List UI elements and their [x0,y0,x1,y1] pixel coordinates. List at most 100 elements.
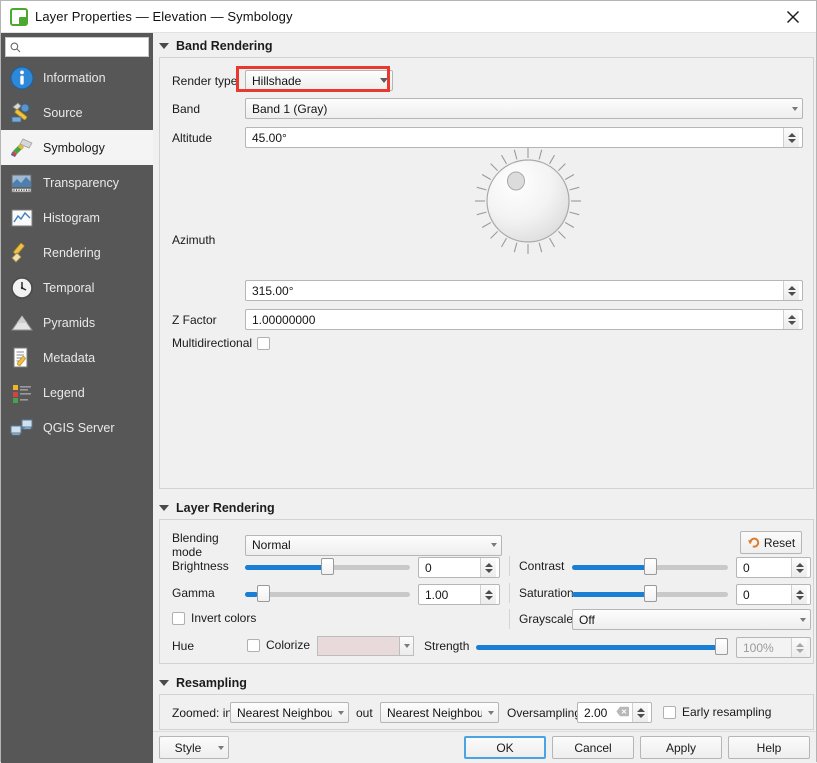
search-box[interactable] [5,37,149,57]
early-resampling-label: Early resampling [682,705,771,719]
band-rendering-title: Band Rendering [176,39,273,53]
saturation-slider[interactable] [572,585,728,603]
sidebar-item-label: Transparency [43,176,119,190]
gamma-slider[interactable] [245,585,410,603]
sidebar-item-label: Legend [43,386,85,400]
sidebar-item-source[interactable]: Source [1,95,153,130]
chevron-down-icon [218,746,224,750]
strength-input[interactable]: 100% [736,637,811,658]
collapse-triangle-icon [159,680,169,686]
contrast-slider[interactable] [572,558,728,576]
rendering-icon [9,240,35,266]
collapse-triangle-icon [159,505,169,511]
z-factor-stepper[interactable] [783,310,799,329]
contrast-stepper[interactable] [791,558,807,577]
search-container [1,33,153,60]
gamma-label: Gamma [172,586,215,600]
sidebar-item-label: QGIS Server [43,421,115,435]
qgis-logo-icon [10,8,28,26]
ok-button[interactable]: OK [464,736,546,759]
oversampling-stepper[interactable] [632,703,648,722]
oversampling-input[interactable]: 2.00 [577,702,652,723]
colorize-color-swatch[interactable] [317,636,400,656]
oversampling-label: Oversampling [507,706,581,720]
azimuth-dial[interactable] [473,146,583,256]
sidebar-item-transparency[interactable]: Transparency [1,165,153,200]
saturation-input[interactable]: 0 [736,584,811,605]
sidebar-item-label: Information [43,71,106,85]
altitude-label: Altitude [172,131,245,145]
sidebar-item-label: Source [43,106,83,120]
grayscale-label: Grayscale [519,612,573,626]
sidebar-item-rendering[interactable]: Rendering [1,235,153,270]
layer-rendering-panel: Blending mode Normal Reset [159,519,814,664]
contrast-input[interactable]: 0 [736,557,811,578]
layer-properties-dialog: Layer Properties — Elevation — Symbology… [0,0,817,762]
chevron-down-icon [380,78,388,83]
sidebar-item-legend[interactable]: Legend [1,375,153,410]
sidebar-item-label: Rendering [43,246,101,260]
brightness-label: Brightness [172,559,229,573]
invert-colors-checkbox[interactable] [172,612,185,625]
sidebar-item-qgis-server[interactable]: QGIS Server [1,410,153,445]
altitude-input[interactable]: 45.00° [245,127,803,148]
apply-button[interactable]: Apply [640,736,722,759]
collapse-triangle-icon [159,43,169,49]
band-combo[interactable]: Band 1 (Gray) [245,98,803,119]
colorize-dropdown-button[interactable] [400,636,414,656]
grayscale-combo[interactable]: Off [572,609,811,630]
early-resampling-checkbox[interactable] [663,706,676,719]
multidirectional-checkbox[interactable] [257,337,270,350]
azimuth-stepper[interactable] [783,281,799,300]
blending-mode-combo[interactable]: Normal [245,535,502,556]
sidebar-item-symbology[interactable]: Symbology [1,130,153,165]
band-label: Band [172,102,245,116]
colorize-color-picker[interactable] [317,636,414,656]
strength-stepper[interactable] [791,638,807,657]
altitude-stepper[interactable] [783,128,799,147]
colorize-checkbox[interactable] [247,639,260,652]
sidebar-item-histogram[interactable]: Histogram [1,200,153,235]
sidebar-item-metadata[interactable]: Metadata [1,340,153,375]
resampling-title: Resampling [176,676,247,690]
zoomed-out-label: out [356,706,373,720]
saturation-stepper[interactable] [791,585,807,604]
cancel-button[interactable]: Cancel [552,736,634,759]
reset-button[interactable]: Reset [740,531,802,554]
brightness-slider[interactable] [245,558,410,576]
brightness-input[interactable]: 0 [418,557,500,578]
band-rendering-panel: Render type Hillshade Band Band 1 (Gray) [159,57,814,489]
layer-rendering-group-header[interactable]: Layer Rendering [153,495,816,519]
band-rendering-group-header[interactable]: Band Rendering [153,33,816,57]
close-icon[interactable] [770,2,816,32]
zoomed-out-combo[interactable]: Nearest Neighbour [380,702,499,723]
sidebar-item-label: Metadata [43,351,95,365]
metadata-icon [9,345,35,371]
legend-icon [9,380,35,406]
style-button[interactable]: Style [159,736,229,759]
strength-slider[interactable] [476,638,728,656]
search-input[interactable] [25,41,144,53]
help-button[interactable]: Help [728,736,810,759]
clear-icon[interactable] [616,706,629,720]
colorize-label: Colorize [266,638,310,652]
render-type-combo[interactable]: Hillshade [245,70,393,91]
sidebar-item-information[interactable]: Information [1,60,153,95]
chevron-down-icon [338,711,344,715]
azimuth-input[interactable]: 315.00° [245,280,803,301]
brightness-stepper[interactable] [480,558,496,577]
sidebar-item-temporal[interactable]: Temporal [1,270,153,305]
sidebar-item-pyramids[interactable]: Pyramids [1,305,153,340]
gamma-stepper[interactable] [480,585,496,604]
azimuth-label: Azimuth [172,233,215,247]
gamma-input[interactable]: 1.00 [418,584,500,605]
z-factor-input[interactable]: 1.00000000 [245,309,803,330]
information-icon [9,65,35,91]
dialog-body: Information Source [1,33,816,763]
resampling-panel: Zoomed: in Nearest Neighbour out Nearest… [159,694,814,730]
source-icon [9,100,35,126]
title-bar: Layer Properties — Elevation — Symbology [1,1,816,33]
zoomed-in-combo[interactable]: Nearest Neighbour [230,702,349,723]
resampling-group-header[interactable]: Resampling [153,670,816,694]
histogram-icon [9,205,35,231]
